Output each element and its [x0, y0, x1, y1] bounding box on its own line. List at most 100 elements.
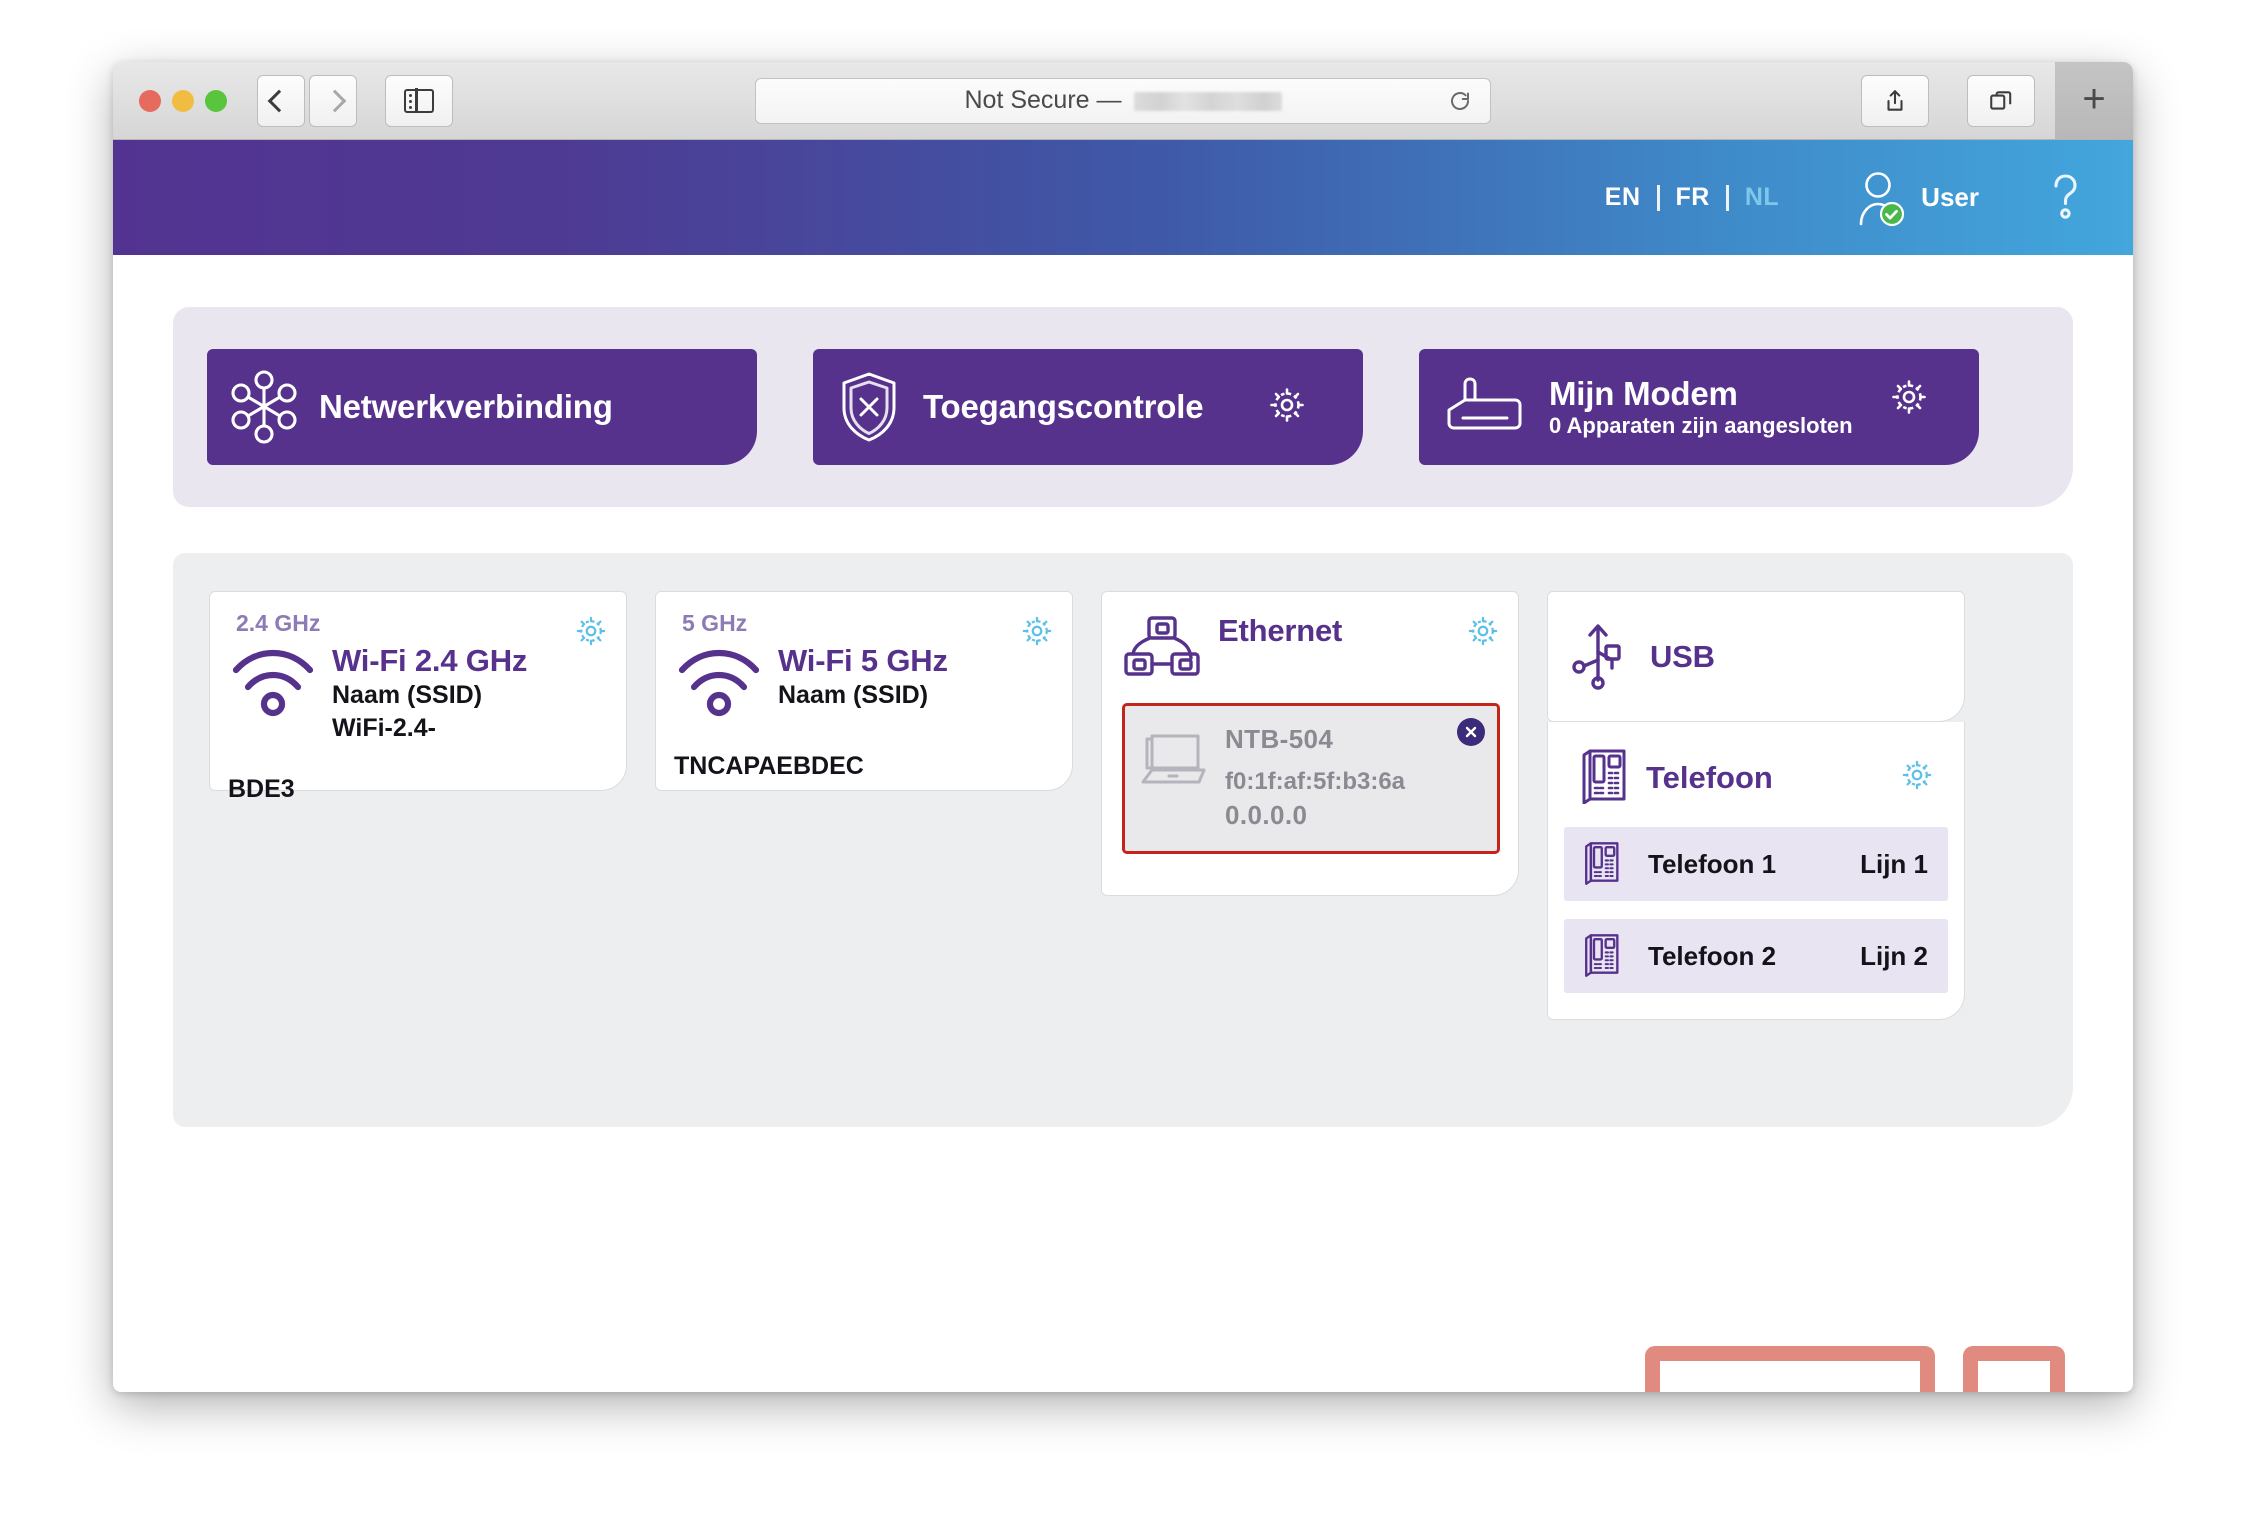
- gear-icon[interactable]: [1889, 377, 1929, 422]
- shield-x-icon: [837, 369, 901, 445]
- chevron-right-icon: [323, 89, 347, 112]
- address-bar-text: Not Secure —: [964, 86, 1282, 115]
- nav-card-toegangscontrole[interactable]: Toegangscontrole: [813, 349, 1363, 465]
- phone-line-label: Lijn 1: [1860, 848, 1928, 879]
- card-title: Telefoon: [1646, 759, 1773, 795]
- interface-card-usb[interactable]: USB: [1547, 591, 1965, 722]
- address-bar[interactable]: Not Secure —: [755, 77, 1491, 124]
- forward-button[interactable]: [309, 74, 357, 127]
- tab-overview-icon: [1990, 90, 2012, 110]
- modem-icon: [1443, 374, 1527, 440]
- interface-card-telefoon[interactable]: Telefoon Telefoon 1 Lijn 1 Telefoon 2 Li…: [1547, 722, 1965, 1020]
- desk-phone-icon: [1580, 839, 1622, 890]
- gear-icon[interactable]: [574, 614, 608, 653]
- window-controls: [139, 89, 227, 112]
- phone-line-label: Lijn 2: [1860, 940, 1928, 971]
- device-name: NTB-504: [1225, 724, 1334, 754]
- user-label: User: [1921, 182, 1979, 212]
- toolbar-right-buttons: [1837, 74, 2035, 127]
- wifi-icon: [230, 646, 316, 725]
- card-title-wrap: Wi-Fi 5 GHz Naam (SSID): [762, 644, 948, 710]
- nav-card-subtitle: 0 Apparaten zijn aangesloten: [1549, 413, 1853, 438]
- gear-icon[interactable]: [1020, 614, 1054, 653]
- interfaces-panel: 2.4 GHz Wi-Fi 2.4 GHz Naam (SSID) WiFi-2…: [173, 553, 2073, 1392]
- phone-line-name: Telefoon 1: [1648, 848, 1777, 879]
- language-option-en[interactable]: EN: [1589, 183, 1657, 212]
- device-ip: 0.0.0.0: [1225, 800, 1308, 831]
- browser-titlebar: Not Secure — +: [113, 62, 2133, 140]
- chevron-left-icon: [267, 89, 291, 112]
- divider: [1656, 184, 1660, 211]
- nav-card-text: Netwerkverbinding: [319, 388, 735, 426]
- close-window-button[interactable]: [139, 89, 161, 112]
- gear-icon[interactable]: [1466, 614, 1500, 653]
- nav-card-mijn-modem[interactable]: Mijn Modem 0 Apparaten zijn aangesloten: [1419, 349, 1979, 465]
- ethernet-network-icon: [1122, 614, 1202, 685]
- wifi-band-label: 2.4 GHz: [236, 610, 321, 636]
- nav-card-title: Toegangscontrole: [923, 388, 1204, 425]
- interface-card-wifi-5[interactable]: 5 GHz Wi-Fi 5 GHz Naam (SSID) TNCAPAEBDE…: [655, 591, 1073, 791]
- nav-card-text: Mijn Modem 0 Apparaten zijn aangesloten: [1549, 375, 1889, 439]
- new-tab-label: +: [2082, 76, 2106, 121]
- ssid-label: Naam (SSID): [332, 681, 483, 710]
- ssid-value-line2: BDE3: [228, 775, 295, 803]
- interface-card-wifi-24[interactable]: 2.4 GHz Wi-Fi 2.4 GHz Naam (SSID) WiFi-2…: [209, 591, 627, 803]
- network-topology-icon: [231, 369, 297, 445]
- reload-icon[interactable]: [1448, 89, 1472, 113]
- usb-icon: [1568, 618, 1634, 695]
- device-mac: f0:1f:af:5f:b3:6a: [1225, 768, 1406, 795]
- minimize-window-button[interactable]: [172, 89, 194, 112]
- help-question-icon: [2054, 173, 2077, 219]
- card-header: USB: [1548, 592, 1964, 721]
- user-menu[interactable]: User: [1855, 168, 1979, 228]
- card-title: Wi-Fi 5 GHz: [778, 643, 948, 678]
- tab-overview-button[interactable]: [1967, 74, 2035, 127]
- phone-line-name: Telefoon 2: [1648, 940, 1777, 971]
- app-header: EN FR NL User: [113, 140, 2133, 255]
- back-button[interactable]: [257, 74, 305, 127]
- card-header: Ethernet: [1102, 592, 1518, 685]
- language-option-fr[interactable]: FR: [1660, 183, 1726, 212]
- quick-nav-panel: Netwerkverbinding Toegangscontrole Mijn …: [173, 307, 2073, 507]
- sidebar-toggle-icon: [404, 88, 434, 113]
- sidebar-toggle-button[interactable]: [385, 74, 453, 127]
- divider: [1725, 184, 1729, 211]
- language-option-nl[interactable]: NL: [1729, 183, 1795, 212]
- share-icon: [1887, 89, 1903, 111]
- desk-phone-icon: [1576, 746, 1630, 809]
- redacted-url: [1133, 92, 1282, 111]
- annotation-highlight-telefoon: [1645, 1346, 1935, 1392]
- wifi-band-label: 5 GHz: [682, 610, 748, 636]
- page-content: Netwerkverbinding Toegangscontrole Mijn …: [113, 255, 2133, 1392]
- card-title: USB: [1650, 638, 1715, 674]
- ssid-value-line1: WiFi-2.4-: [332, 714, 436, 743]
- interface-card-ethernet[interactable]: Ethernet NTB-504 f0:1f:af:5f:b3:6a 0.0.0…: [1101, 591, 1519, 896]
- phone-line-row[interactable]: Telefoon 2 Lijn 2: [1564, 919, 1948, 993]
- nav-card-title: Netwerkverbinding: [319, 388, 613, 425]
- share-button[interactable]: [1861, 74, 1929, 127]
- nav-card-text: Toegangscontrole: [923, 388, 1267, 426]
- close-circle-icon[interactable]: [1457, 718, 1485, 746]
- new-tab-button[interactable]: +: [2055, 62, 2133, 139]
- ssid-value-line1: TNCAPAEBDEC: [674, 752, 864, 780]
- user-avatar-icon: [1859, 171, 1905, 226]
- right-interface-column: USB Telefoon Telefoon 1 Lijn 1 Telefoon …: [1547, 591, 1965, 1020]
- ssid-label: Naam (SSID): [778, 681, 929, 710]
- maximize-window-button[interactable]: [205, 89, 227, 112]
- laptop-icon: [1139, 730, 1209, 831]
- help-button[interactable]: [2045, 169, 2085, 227]
- nav-card-title: Mijn Modem: [1549, 375, 1738, 412]
- desk-phone-icon: [1580, 931, 1622, 982]
- phone-line-row[interactable]: Telefoon 1 Lijn 1: [1564, 827, 1948, 901]
- nav-card-netwerkverbinding[interactable]: Netwerkverbinding: [207, 349, 969, 465]
- wifi-icon: [676, 646, 762, 725]
- connected-device-entry[interactable]: NTB-504 f0:1f:af:5f:b3:6a 0.0.0.0: [1122, 703, 1500, 855]
- language-selector: EN FR NL: [1589, 183, 1795, 212]
- card-title: Wi-Fi 2.4 GHz: [332, 643, 528, 678]
- interfaces-row: 2.4 GHz Wi-Fi 2.4 GHz Naam (SSID) WiFi-2…: [209, 591, 2037, 1020]
- browser-window: Not Secure — + EN FR NL User Netwerkverb…: [113, 62, 2133, 1392]
- device-info: NTB-504 f0:1f:af:5f:b3:6a 0.0.0.0: [1225, 724, 1405, 831]
- gear-icon[interactable]: [1900, 758, 1934, 797]
- gear-icon[interactable]: [1267, 385, 1307, 430]
- card-title-wrap: Wi-Fi 2.4 GHz Naam (SSID) WiFi-2.4-: [316, 644, 527, 743]
